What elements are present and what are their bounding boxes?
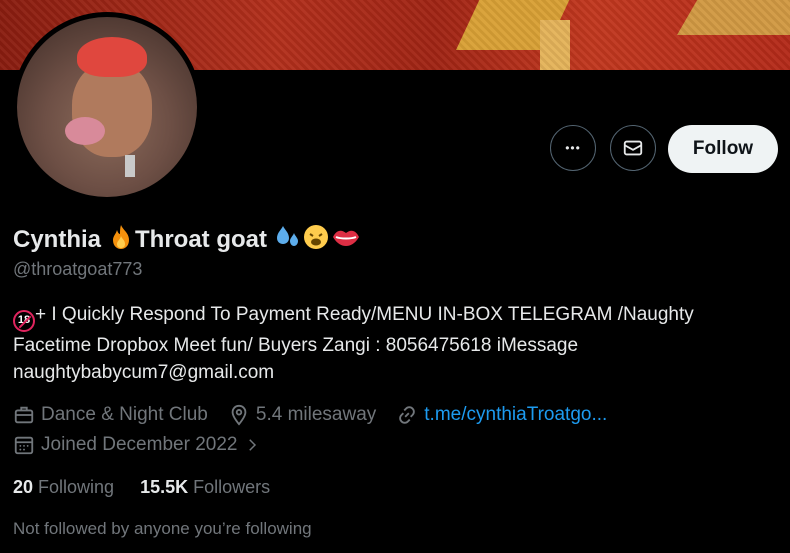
follow-button[interactable]: Follow	[668, 125, 778, 173]
joined-label: Joined December 2022	[41, 434, 238, 455]
calendar-icon	[14, 436, 34, 455]
lips-icon	[331, 226, 361, 254]
display-name-text: Cynthia	[13, 226, 102, 253]
website[interactable]: t.me/cynthiaTroatgo...	[396, 400, 607, 430]
followed-by-note: Not followed by anyone you’re following	[13, 519, 312, 538]
avatar[interactable]	[12, 12, 202, 202]
handle: @throatgoat773	[13, 259, 143, 279]
location-label: 5.4 milesaway	[255, 404, 377, 425]
website-link[interactable]: t.me/cynthiaTroatgo...	[424, 400, 607, 430]
location: 5.4 milesaway	[228, 400, 376, 430]
followers-count[interactable]: 15.5K Followers	[140, 477, 270, 498]
bio-line-3: naughtybabycum7@gmail.com	[13, 361, 275, 383]
avatar-image	[17, 17, 197, 197]
more-icon: •••	[565, 141, 581, 155]
chevron-right-icon	[249, 439, 257, 451]
category-label: Dance & Night Club	[41, 404, 208, 425]
display-name-suffix: Throat goat	[135, 226, 268, 253]
link-icon	[399, 406, 416, 424]
bio-line-1: + I Quickly Respond To Payment Ready/MEN…	[35, 304, 694, 325]
bio: 18 + I Quickly Respond To Payment Ready/M…	[13, 301, 773, 386]
more-options-button[interactable]: •••	[550, 125, 596, 171]
profile-meta: Dance & Night Club 5.4 milesaway t.me/cy…	[13, 400, 627, 460]
message-button[interactable]	[610, 125, 656, 171]
fire-icon	[109, 224, 133, 256]
display-name: Cynthia Throat goat	[13, 224, 361, 256]
envelope-icon	[623, 140, 643, 156]
weary-face-icon	[303, 224, 329, 256]
bio-line-2: Facetime Dropbox Meet fun/ Buyers Zangi …	[13, 334, 579, 356]
sweat-droplets-icon	[275, 224, 301, 256]
following-count[interactable]: 20 Following	[13, 477, 114, 498]
category: Dance & Night Club	[13, 400, 208, 430]
location-pin-icon	[231, 404, 247, 426]
follow-counts: 20 Following 15.5K Followers	[13, 477, 270, 498]
briefcase-icon	[14, 406, 34, 424]
age-restriction-icon: 18	[13, 309, 35, 332]
joined-date[interactable]: Joined December 2022	[13, 430, 267, 460]
